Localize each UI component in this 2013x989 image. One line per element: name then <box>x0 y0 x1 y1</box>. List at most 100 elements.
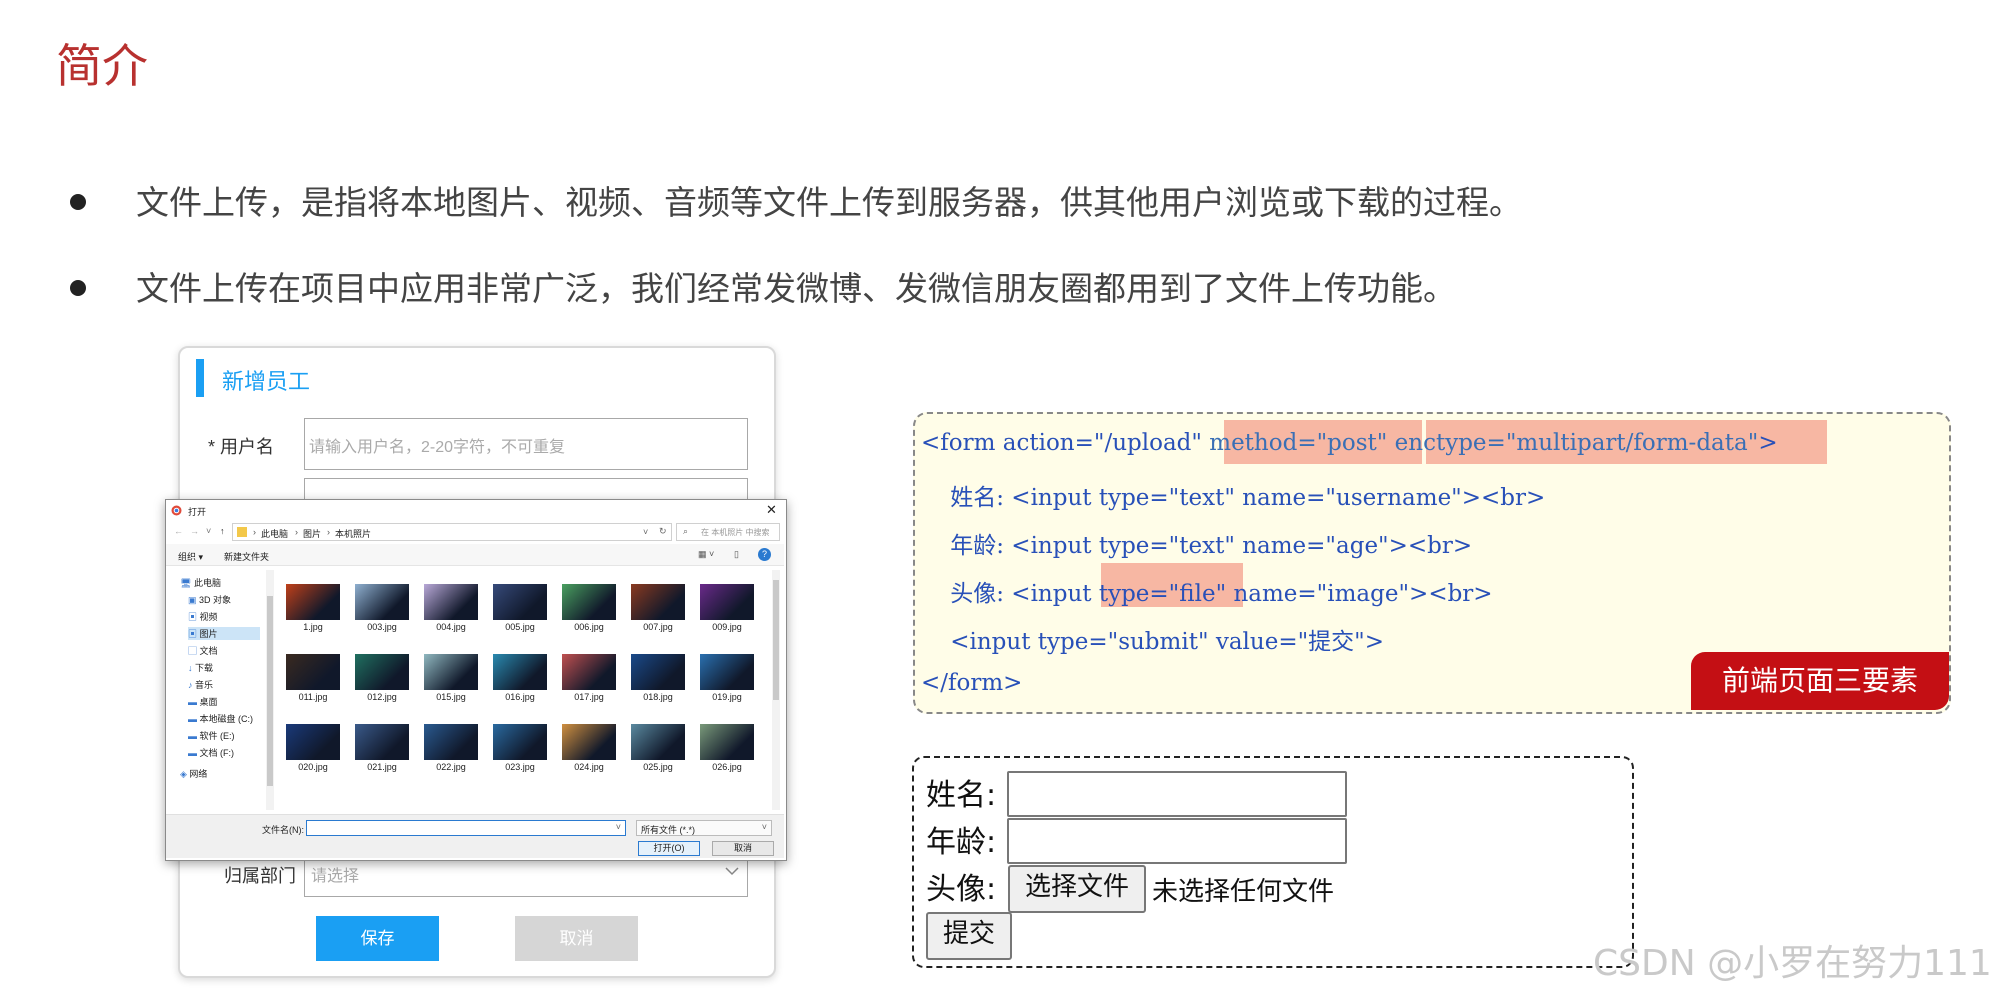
file-name[interactable]: 011.jpg <box>286 692 340 702</box>
file-name[interactable]: 018.jpg <box>631 692 685 702</box>
file-thumbnail[interactable] <box>286 584 340 620</box>
file-thumbnail[interactable] <box>631 654 685 690</box>
file-name[interactable]: 026.jpg <box>700 762 754 772</box>
new-folder-button[interactable]: 新建文件夹 <box>224 550 269 563</box>
file-thumbnail[interactable] <box>493 584 547 620</box>
file-name[interactable]: 015.jpg <box>424 692 478 702</box>
organize-menu[interactable]: 组织 ▾ <box>178 550 203 563</box>
file-thumbnail[interactable] <box>355 724 409 760</box>
file-name[interactable]: 006.jpg <box>562 622 616 632</box>
file-name[interactable]: 005.jpg <box>493 622 547 632</box>
tree-item[interactable]: ▢ 文档 <box>188 644 218 657</box>
save-button[interactable]: 保存 <box>316 916 439 961</box>
file-name[interactable]: 023.jpg <box>493 762 547 772</box>
file-name[interactable]: 003.jpg <box>355 622 409 632</box>
tree-item[interactable]: ▣ 视频 <box>188 610 218 623</box>
file-name[interactable]: 016.jpg <box>493 692 547 702</box>
folder-icon: ◈ <box>180 769 190 779</box>
age-label: 年龄: <box>926 825 997 860</box>
recent-dropdown-icon[interactable]: ˅ <box>206 526 211 536</box>
file-scrollbar[interactable] <box>772 570 780 810</box>
file-name[interactable]: 022.jpg <box>424 762 478 772</box>
file-name[interactable]: 012.jpg <box>355 692 409 702</box>
file-thumbnail[interactable] <box>700 584 754 620</box>
tree-item[interactable]: ◈ 网络 <box>180 767 207 780</box>
up-icon[interactable]: ↑ <box>220 526 225 536</box>
file-thumbnail[interactable] <box>493 724 547 760</box>
tree-item[interactable]: ▬ 桌面 <box>188 695 218 708</box>
cancel-button[interactable]: 取消 <box>515 916 638 961</box>
file-name[interactable]: 025.jpg <box>631 762 685 772</box>
username-input[interactable]: 请输入用户名，2-20字符，不可重复 <box>304 418 748 470</box>
tree-item[interactable]: 🖥 此电脑 <box>180 576 221 589</box>
file-name[interactable]: 007.jpg <box>631 622 685 632</box>
file-name[interactable]: 024.jpg <box>562 762 616 772</box>
file-thumbnail[interactable] <box>493 654 547 690</box>
file-thumbnail[interactable] <box>424 654 478 690</box>
file-thumbnail[interactable] <box>424 584 478 620</box>
filename-input[interactable]: ˅ <box>306 820 626 836</box>
file-thumbnail[interactable] <box>562 584 616 620</box>
chevron-down-icon[interactable]: ˅ <box>616 822 621 832</box>
chevron-down-icon[interactable]: ˅ <box>643 527 648 537</box>
dialog-toolbar: 组织 ▾ 新建文件夹 ▦ ˅ ▯ ? <box>166 544 784 566</box>
dialog-footer: 文件名(N): ˅ 所有文件 (*.*) ˅ 打开(O) 取消 <box>166 814 784 858</box>
file-thumbnail[interactable] <box>286 654 340 690</box>
folder-icon: ▬ <box>188 697 200 707</box>
dialog-cancel-button[interactable]: 取消 <box>712 841 774 856</box>
tree-item[interactable]: ↓ 下载 <box>188 661 213 674</box>
tree-item[interactable]: ▣ 图片 <box>188 627 260 640</box>
help-icon[interactable]: ? <box>758 548 771 561</box>
close-icon[interactable]: ✕ <box>766 502 777 518</box>
bullet-text: 文件上传在项目中应用非常广泛，我们经常发微博、发微信朋友圈都用到了文件上传功能。 <box>136 269 1456 308</box>
breadcrumb-item[interactable]: 本机照片 <box>335 527 371 540</box>
tree-item[interactable]: ▣ 3D 对象 <box>188 593 231 606</box>
tree-item[interactable]: ▬ 软件 (E:) <box>188 729 235 742</box>
refresh-icon[interactable]: ↻ <box>659 526 667 537</box>
file-thumbnail[interactable] <box>562 654 616 690</box>
breadcrumb-item[interactable]: 图片 <box>303 527 321 540</box>
file-thumbnail[interactable] <box>355 584 409 620</box>
open-button[interactable]: 打开(O) <box>638 841 700 856</box>
file-thumbnail[interactable] <box>286 724 340 760</box>
file-thumbnail[interactable] <box>631 724 685 760</box>
file-name[interactable]: 009.jpg <box>700 622 754 632</box>
file-thumbnail[interactable] <box>562 724 616 760</box>
file-name[interactable]: 020.jpg <box>286 762 340 772</box>
filetype-select[interactable]: 所有文件 (*.*) ˅ <box>636 820 772 836</box>
tree-item[interactable]: ▬ 文档 (F:) <box>188 746 234 759</box>
file-thumbnail[interactable] <box>631 584 685 620</box>
code-token: <form action="/upload" <box>921 430 1210 456</box>
chrome-app-icon <box>171 505 182 516</box>
tree-item-label: 本地磁盘 (C:) <box>199 714 254 724</box>
folder-icon: ▣ <box>188 629 200 639</box>
search-icon: ⌕ <box>683 526 689 536</box>
file-thumbnail[interactable] <box>700 724 754 760</box>
address-bar[interactable]: › 此电脑 › 图片 › 本机照片 ˅ ↻ <box>232 523 672 541</box>
folder-icon: ▬ <box>188 748 200 758</box>
age-input[interactable] <box>1007 818 1347 864</box>
file-name[interactable]: 017.jpg <box>562 692 616 702</box>
file-name[interactable]: 1.jpg <box>286 622 340 632</box>
name-input[interactable] <box>1007 771 1347 817</box>
file-thumbnail[interactable] <box>700 654 754 690</box>
file-name[interactable]: 004.jpg <box>424 622 478 632</box>
forward-icon[interactable]: → <box>190 526 199 536</box>
tree-scrollbar[interactable] <box>266 570 274 810</box>
view-options-icon[interactable]: ▦ ˅ <box>698 549 714 560</box>
search-input[interactable]: ⌕ 在 本机照片 中搜索 <box>676 523 780 541</box>
chevron-down-icon <box>725 867 739 876</box>
breadcrumb-item[interactable]: 此电脑 <box>261 527 288 540</box>
file-name[interactable]: 019.jpg <box>700 692 754 702</box>
submit-button[interactable]: 提交 <box>926 912 1012 960</box>
tree-item[interactable]: ♪ 音乐 <box>188 678 213 691</box>
tree-item[interactable]: ▬ 本地磁盘 (C:) <box>188 712 253 725</box>
folder-icon: ▢ <box>188 646 200 656</box>
choose-file-button[interactable]: 选择文件 <box>1008 865 1146 913</box>
code-token: method="post" <box>1209 430 1395 456</box>
file-name[interactable]: 021.jpg <box>355 762 409 772</box>
file-thumbnail[interactable] <box>424 724 478 760</box>
back-icon[interactable]: ← <box>174 526 183 536</box>
file-thumbnail[interactable] <box>355 654 409 690</box>
preview-pane-icon[interactable]: ▯ <box>734 549 739 560</box>
